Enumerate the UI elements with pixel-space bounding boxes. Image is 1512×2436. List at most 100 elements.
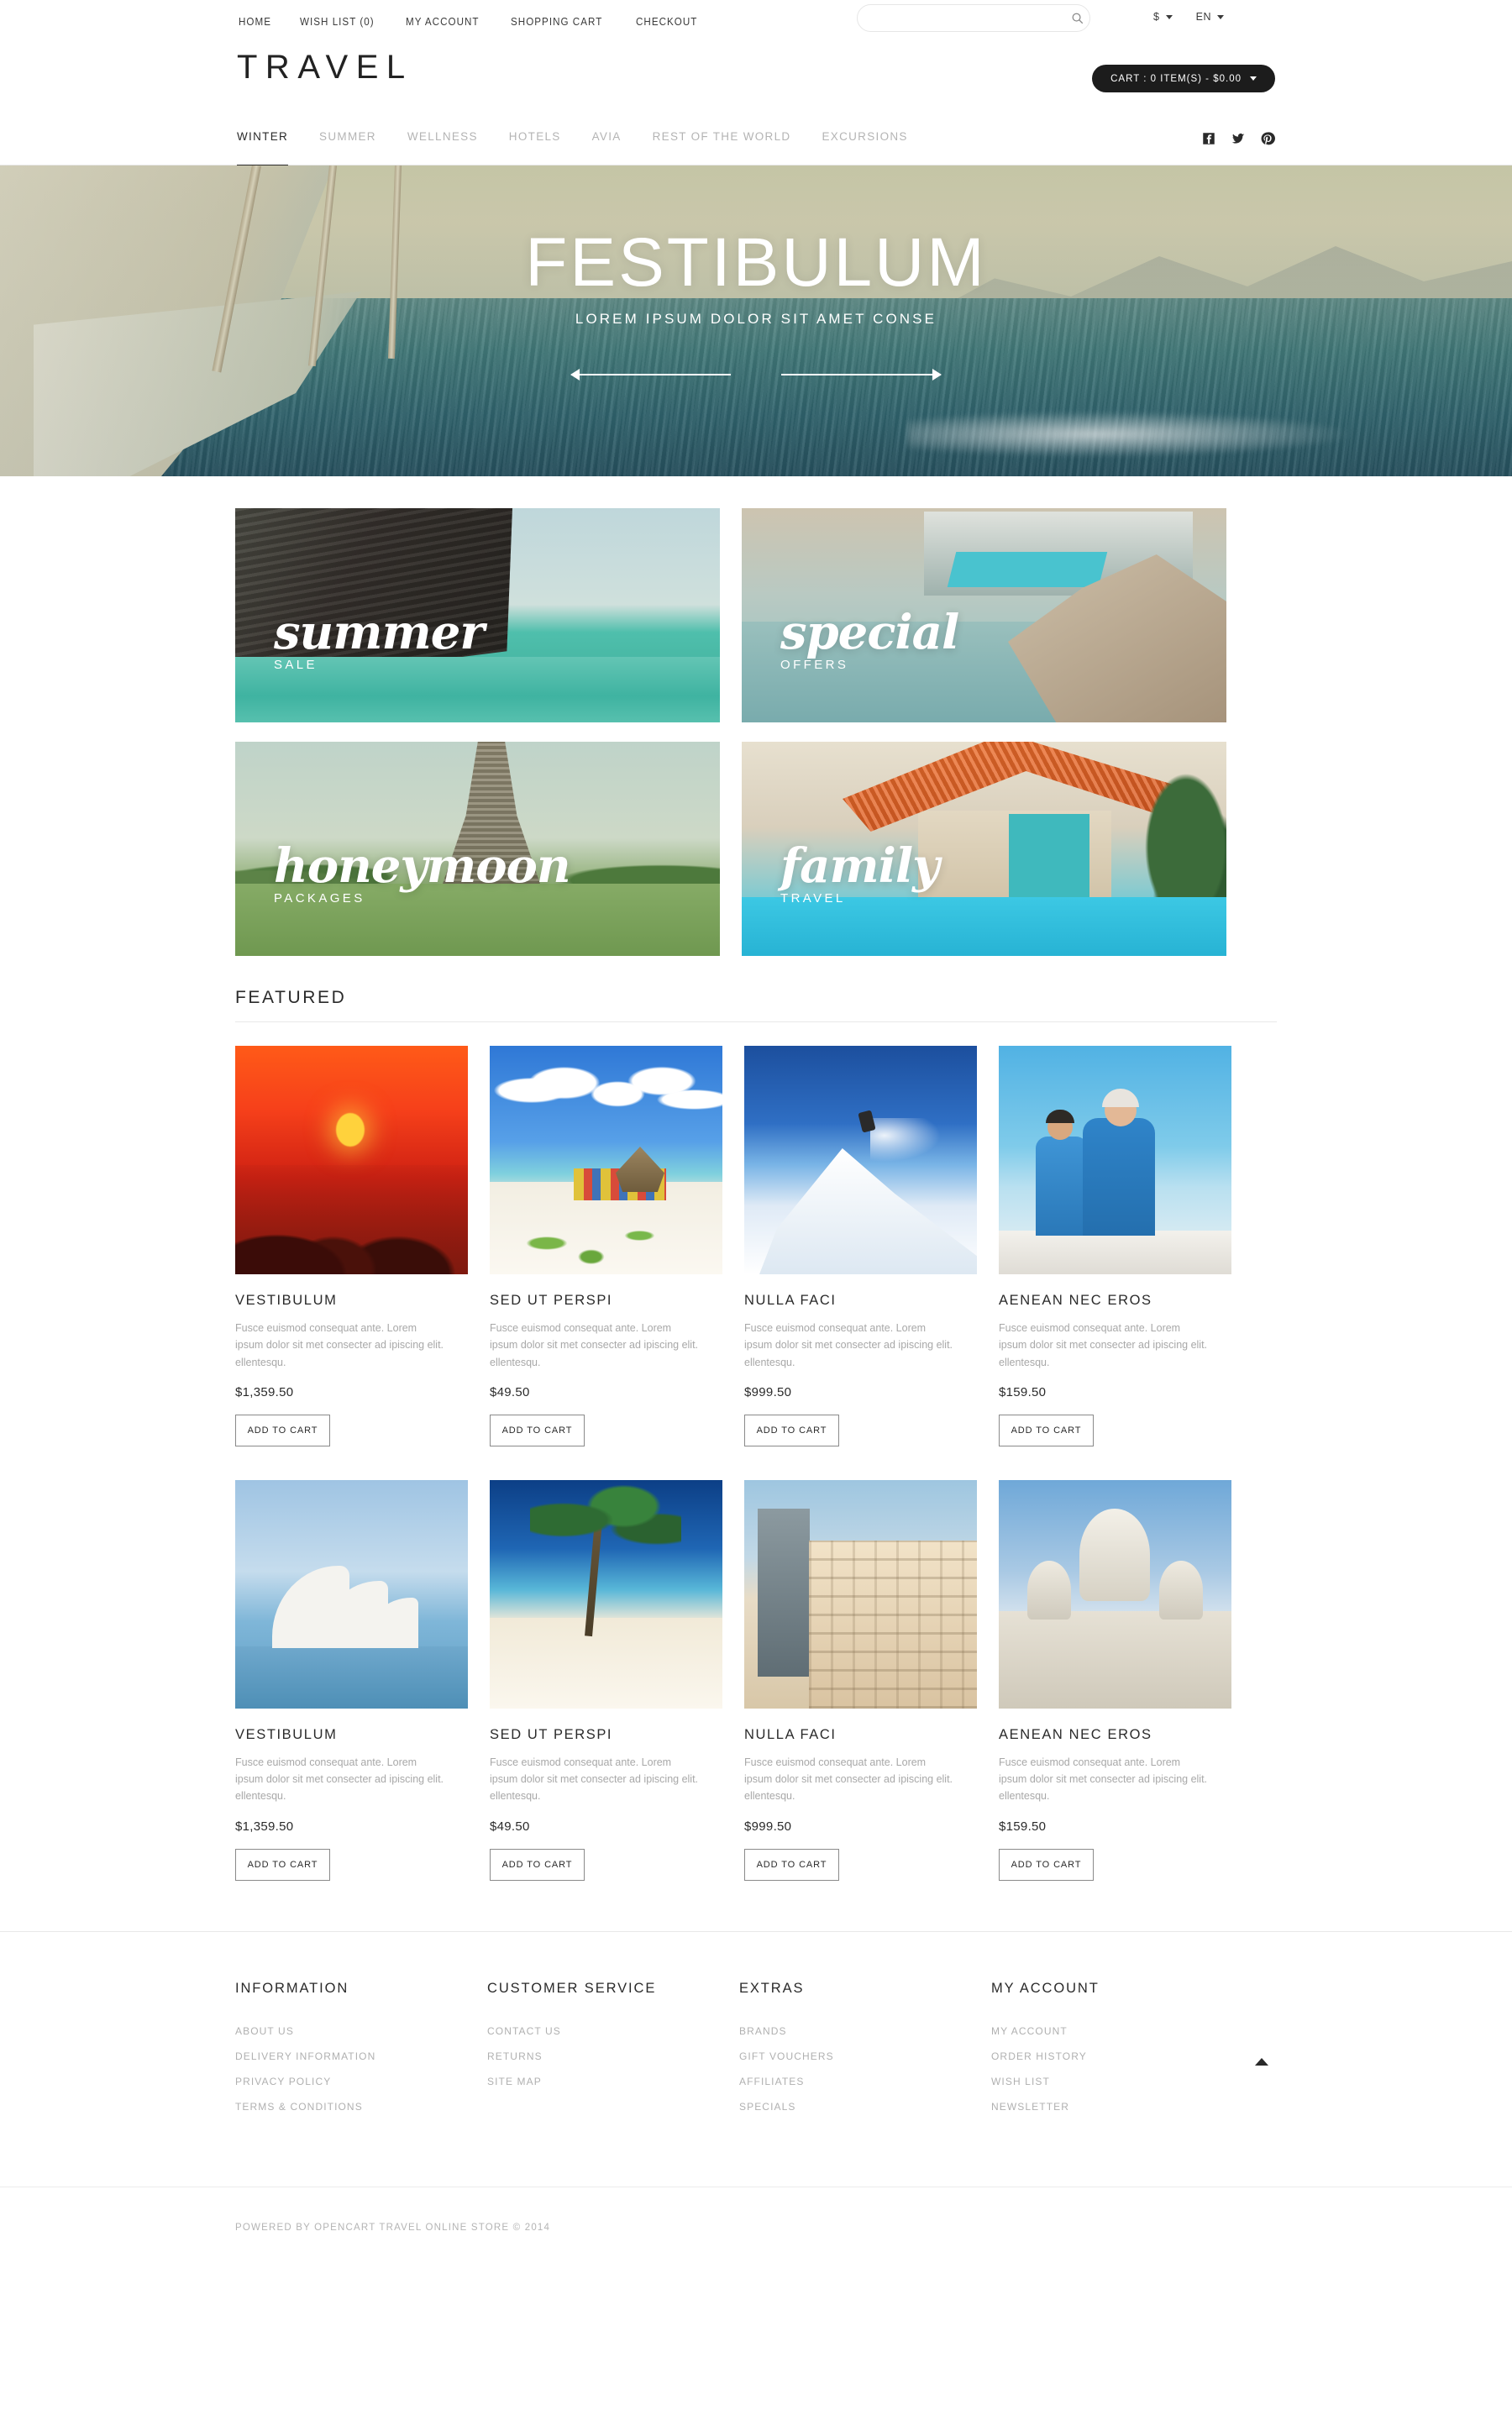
- nav-item-winter[interactable]: WINTER: [237, 130, 289, 166]
- product-image[interactable]: [235, 1479, 468, 1709]
- product-image[interactable]: [490, 1479, 722, 1709]
- product-name[interactable]: NULLA FACI: [744, 1293, 977, 1309]
- footer-link-gift-vouchers[interactable]: GIFT VOUCHERS: [739, 2050, 991, 2062]
- add-to-cart-button[interactable]: ADD TO CART: [744, 1414, 839, 1446]
- social-links: [1201, 131, 1275, 146]
- featured-section: FEATURED VESTIBULUM Fusce euismod conseq…: [235, 988, 1277, 1881]
- copyright-text: POWERED BY OPENCART TRAVEL ONLINE STORE …: [235, 2222, 551, 2233]
- product-description: Fusce euismod consequat ante. Lorem ipsu…: [235, 1322, 444, 1368]
- product-name[interactable]: AENEAN NEC EROS: [999, 1727, 1231, 1743]
- product-image[interactable]: [999, 1479, 1231, 1709]
- footer-title: EXTRAS: [739, 1980, 805, 1996]
- product-card: SED UT PERSPI Fusce euismod consequat an…: [490, 1479, 722, 1881]
- cart-button[interactable]: CART : 0 ITEM(S) - $0.00: [1092, 65, 1275, 92]
- nav-item-rest-of-the-world[interactable]: REST OF THE WORLD: [653, 130, 791, 166]
- product-name[interactable]: NULLA FACI: [744, 1727, 977, 1743]
- search-button[interactable]: [1064, 5, 1089, 31]
- add-to-cart-button[interactable]: ADD TO CART: [235, 1414, 330, 1446]
- selectors: $ EN: [1153, 11, 1225, 23]
- footer-link-brands[interactable]: BRANDS: [739, 2025, 991, 2037]
- add-to-cart-button[interactable]: ADD TO CART: [999, 1414, 1094, 1446]
- add-to-cart-button[interactable]: ADD TO CART: [490, 1848, 585, 1881]
- add-to-cart-button[interactable]: ADD TO CART: [235, 1848, 330, 1881]
- promo-art-pool-water: [742, 897, 1226, 956]
- footer-link-order-history[interactable]: ORDER HISTORY: [991, 2050, 1243, 2062]
- product-image[interactable]: [744, 1046, 977, 1274]
- product-description: Fusce euismod consequat ante. Lorem ipsu…: [999, 1756, 1208, 1803]
- product-image[interactable]: [999, 1046, 1231, 1274]
- footer-link-site-map[interactable]: SITE MAP: [487, 2076, 739, 2087]
- footer-link-privacy-policy[interactable]: PRIVACY POLICY: [235, 2076, 487, 2087]
- footer-link-terms-conditions[interactable]: TERMS & CONDITIONS: [235, 2101, 487, 2113]
- hero-prev-button[interactable]: [570, 365, 731, 384]
- top-link-checkout[interactable]: CHECKOUT: [636, 16, 697, 28]
- footer-link-my-account[interactable]: MY ACCOUNT: [991, 2025, 1243, 2037]
- promo-banner-special[interactable]: special OFFERS: [742, 508, 1226, 722]
- product-description: Fusce euismod consequat ante. Lorem ipsu…: [744, 1756, 953, 1803]
- product-image[interactable]: [490, 1046, 722, 1274]
- product-grid-row-1: VESTIBULUM Fusce euismod consequat ante.…: [235, 1046, 1277, 1446]
- top-link-home[interactable]: HOME: [239, 16, 271, 28]
- product-card: VESTIBULUM Fusce euismod consequat ante.…: [235, 1479, 468, 1881]
- chevron-down-icon: [1250, 76, 1257, 81]
- chevron-down-icon: [1165, 14, 1173, 19]
- search-input[interactable]: [871, 5, 1065, 31]
- top-link-shopping-cart[interactable]: SHOPPING CART: [511, 16, 602, 28]
- product-price: $999.50: [744, 1819, 792, 1834]
- chevron-down-icon: [1217, 14, 1225, 19]
- footer-link-contact-us[interactable]: CONTACT US: [487, 2025, 739, 2037]
- language-selector[interactable]: EN: [1196, 11, 1225, 23]
- facebook-icon[interactable]: [1201, 131, 1216, 146]
- promo-banner-summer[interactable]: summer SALE: [235, 508, 720, 722]
- product-name[interactable]: VESTIBULUM: [235, 1727, 468, 1743]
- arrow-right-head-icon: [932, 369, 942, 381]
- cart-label: CART : 0 ITEM(S) - $0.00: [1110, 73, 1242, 84]
- nav-item-avia[interactable]: AVIA: [592, 130, 622, 166]
- footer-link-specials[interactable]: SPECIALS: [739, 2101, 991, 2113]
- footer-link-wish-list[interactable]: WISH LIST: [991, 2076, 1243, 2087]
- product-grid-row-2: VESTIBULUM Fusce euismod consequat ante.…: [235, 1479, 1277, 1881]
- currency-label: $: [1153, 11, 1160, 23]
- footer-link-delivery-information[interactable]: DELIVERY INFORMATION: [235, 2050, 487, 2062]
- promo-script-family: family: [780, 838, 940, 895]
- search-box[interactable]: [857, 4, 1090, 32]
- chevron-up-icon[interactable]: [1255, 2057, 1268, 2066]
- nav-item-summer[interactable]: SUMMER: [319, 130, 376, 166]
- site-header: TRAVEL CART : 0 ITEM(S) - $0.00: [0, 44, 1512, 123]
- add-to-cart-button[interactable]: ADD TO CART: [490, 1414, 585, 1446]
- nav-item-wellness[interactable]: WELLNESS: [407, 130, 478, 166]
- product-name[interactable]: VESTIBULUM: [235, 1293, 468, 1309]
- product-name[interactable]: AENEAN NEC EROS: [999, 1293, 1231, 1309]
- footer-column-my-account: MY ACCOUNT MY ACCOUNT ORDER HISTORY WISH…: [991, 1981, 1243, 2126]
- product-image[interactable]: [744, 1479, 977, 1709]
- add-to-cart-button[interactable]: ADD TO CART: [744, 1848, 839, 1881]
- product-card: VESTIBULUM Fusce euismod consequat ante.…: [235, 1046, 468, 1446]
- currency-selector[interactable]: $: [1153, 11, 1173, 23]
- twitter-icon[interactable]: [1231, 131, 1246, 146]
- product-image[interactable]: [235, 1046, 468, 1274]
- pinterest-icon[interactable]: [1260, 131, 1275, 146]
- promo-banner-family[interactable]: family TRAVEL: [742, 742, 1226, 956]
- top-link-my-account[interactable]: MY ACCOUNT: [406, 16, 480, 28]
- nav-item-excursions[interactable]: EXCURSIONS: [822, 130, 907, 166]
- promo-art-pool: [947, 552, 1108, 587]
- footer-link-returns[interactable]: RETURNS: [487, 2050, 739, 2062]
- footer-link-newsletter[interactable]: NEWSLETTER: [991, 2101, 1243, 2113]
- hero-next-button[interactable]: [781, 365, 942, 384]
- footer-link-about-us[interactable]: ABOUT US: [235, 2025, 487, 2037]
- nav-item-hotels[interactable]: HOTELS: [509, 130, 561, 166]
- top-link-wish-list[interactable]: WISH LIST (0): [300, 16, 375, 28]
- footer-column-information: INFORMATION ABOUT US DELIVERY INFORMATIO…: [235, 1981, 487, 2126]
- product-name[interactable]: SED UT PERSPI: [490, 1727, 722, 1743]
- footer-link-affiliates[interactable]: AFFILIATES: [739, 2076, 991, 2087]
- featured-title: FEATURED: [235, 988, 1277, 1022]
- promo-script-honeymoon: honeymoon: [274, 838, 571, 895]
- product-name[interactable]: SED UT PERSPI: [490, 1293, 722, 1309]
- site-logo[interactable]: TRAVEL: [237, 50, 413, 84]
- promo-banners: summer SALE special OFFERS honeymoon PAC…: [235, 476, 1277, 956]
- nav-items: WINTER SUMMER WELLNESS HOTELS AVIA REST …: [237, 123, 908, 166]
- hero-content: FESTIBULUM LOREM IPSUM DOLOR SIT AMET CO…: [0, 165, 1512, 476]
- product-card: AENEAN NEC EROS Fusce euismod consequat …: [999, 1046, 1231, 1446]
- add-to-cart-button[interactable]: ADD TO CART: [999, 1848, 1094, 1881]
- promo-banner-honeymoon[interactable]: honeymoon PACKAGES: [235, 742, 720, 956]
